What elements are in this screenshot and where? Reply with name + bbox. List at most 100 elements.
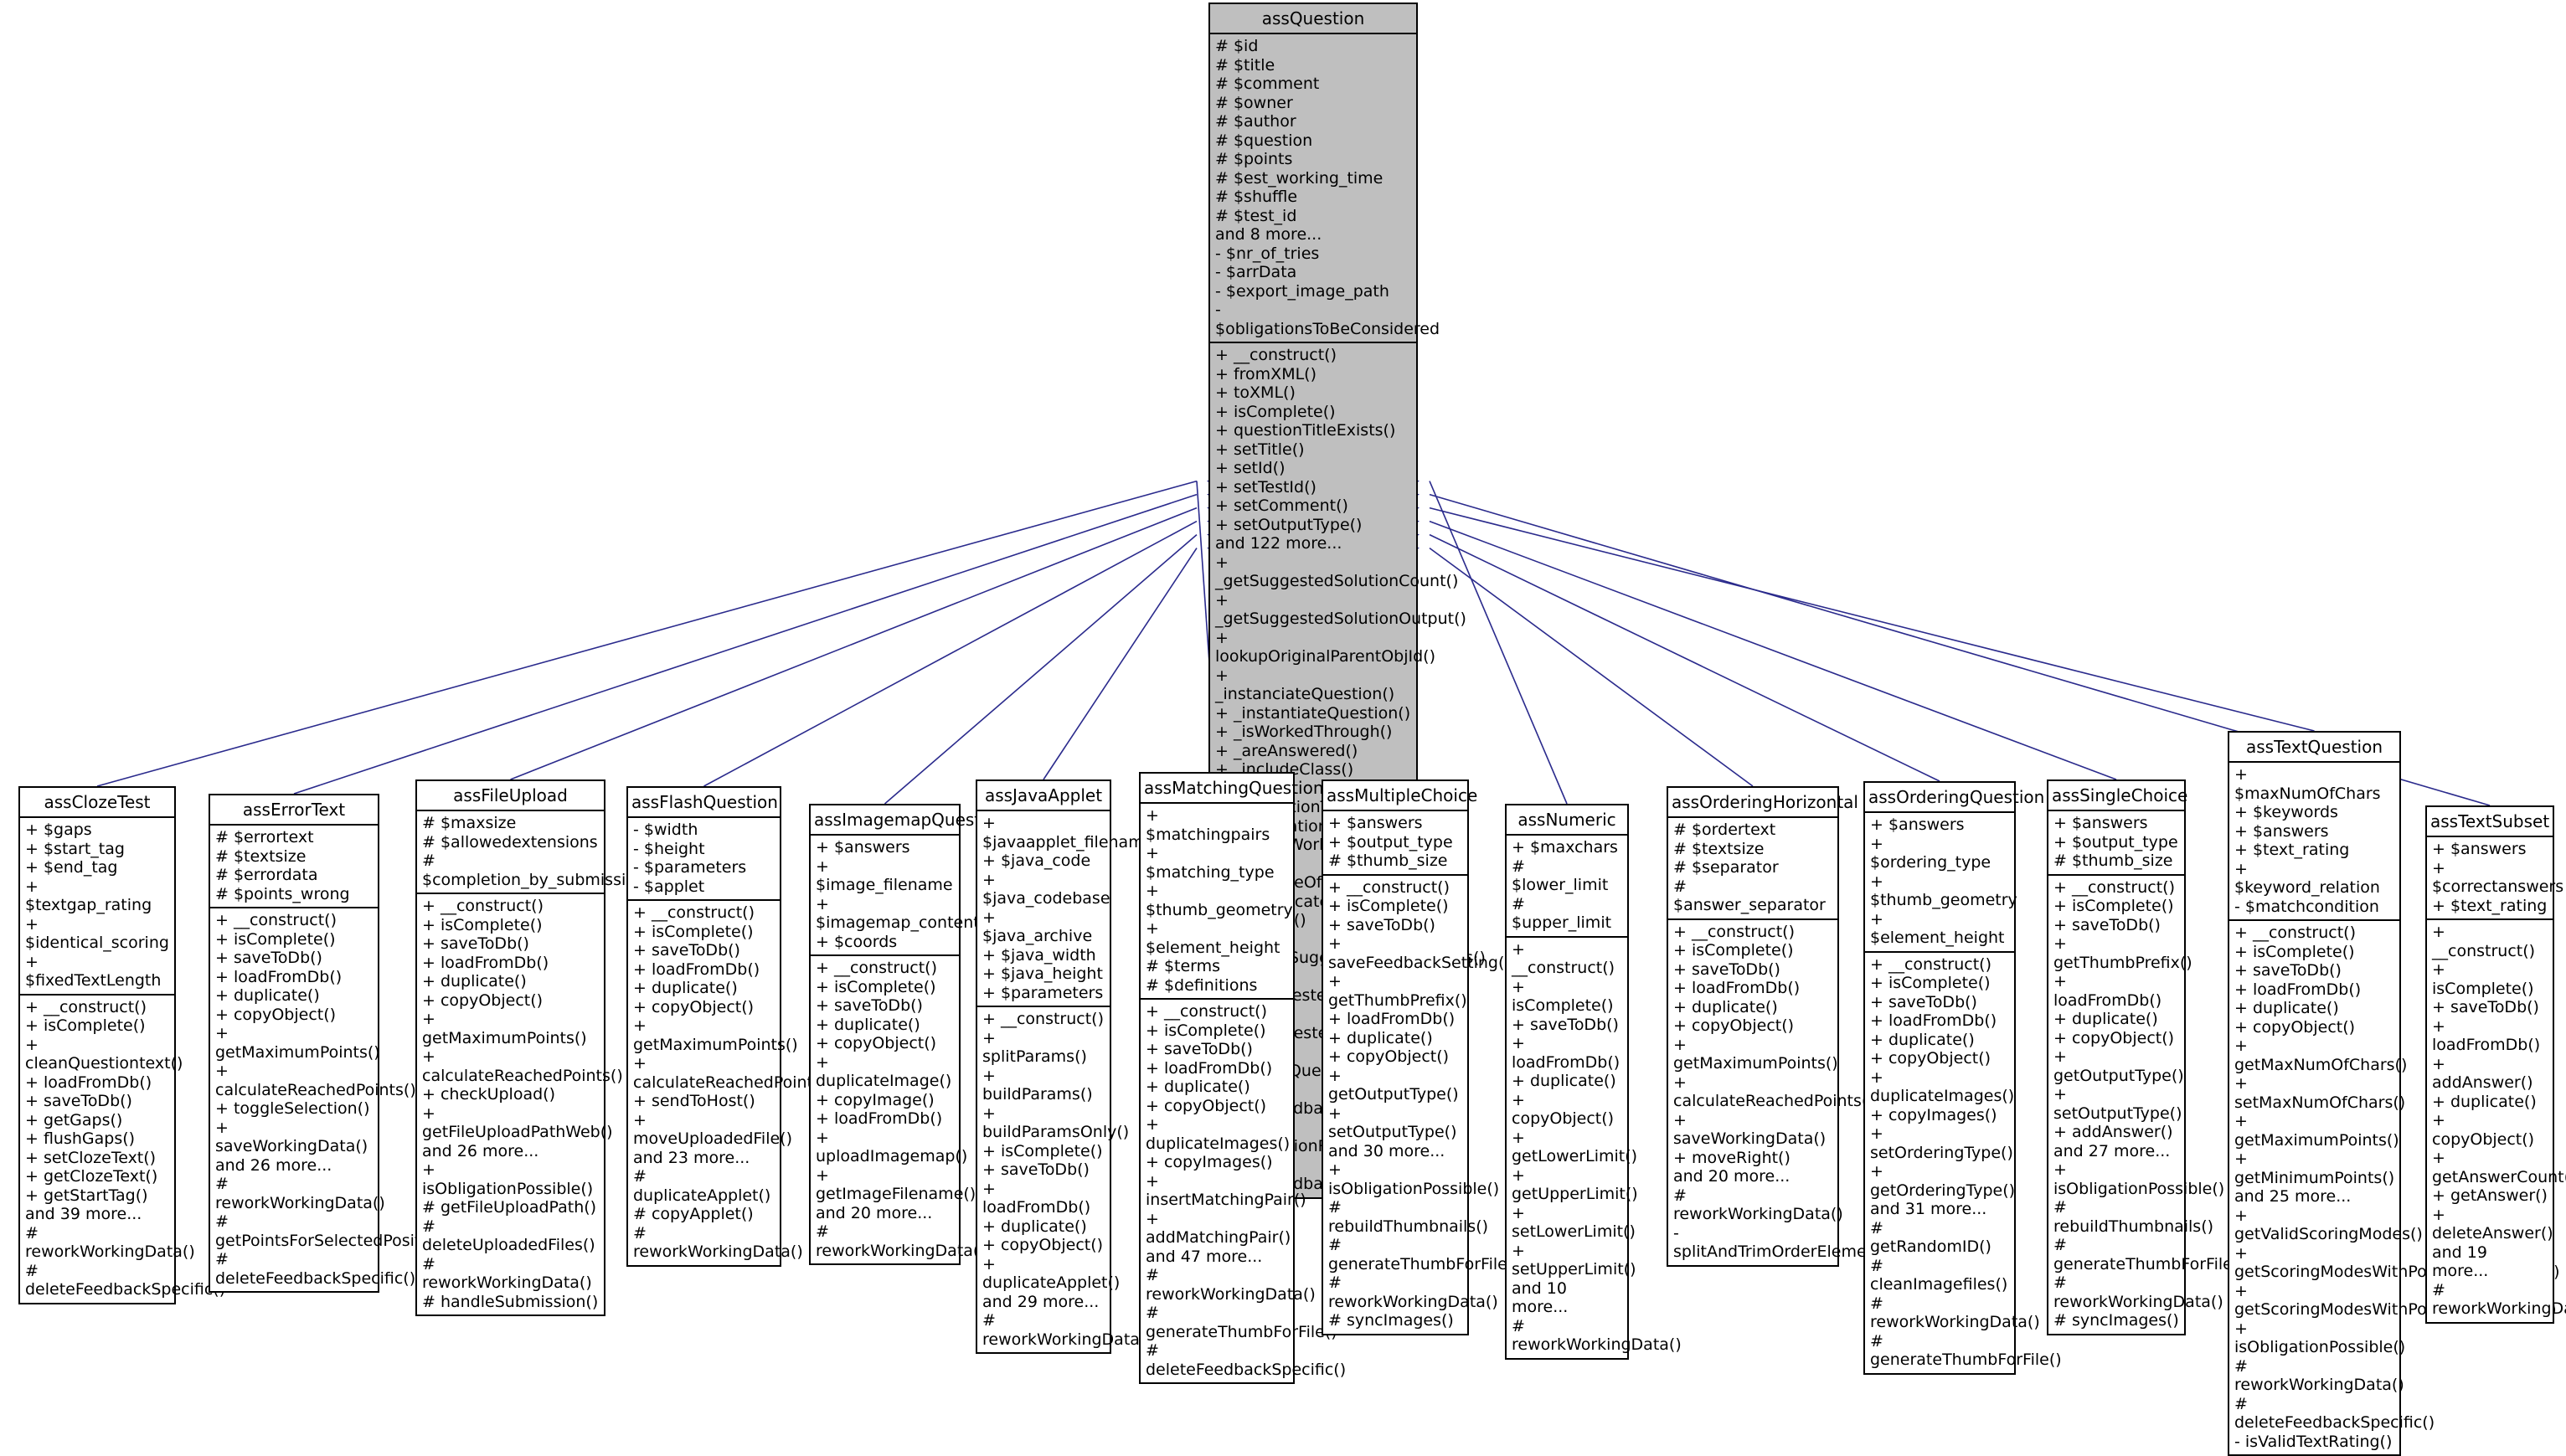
uml-class-assmatchingquestion[interactable]: assMatchingQuestion + $matchingpairs + $ma… (1139, 772, 1347, 1384)
uml-attribute-row: + $ordering_type (1870, 834, 1991, 872)
uml-method-row: + copyObject() (816, 1034, 937, 1052)
uml-method-row: # rebuildThumbnails() (1328, 1198, 1489, 1236)
uml-method-row: and 19 more... (2432, 1242, 2489, 1281)
uml-method-row: + getMaximumPoints() (2234, 1112, 2399, 1150)
uml-method-row: # getFileUploadPath() (422, 1198, 597, 1217)
uml-method: + __construct() + isComplete() + saveToDb(… (1323, 876, 1520, 1334)
uml-method-row: + getUpperLimit() (1512, 1165, 1638, 1204)
uml-class-asstextquestion[interactable]: assTextQuestion + $maxNumOfChars + $keywor… (2228, 731, 2560, 1456)
uml-method-row: + flushGaps() (25, 1129, 136, 1148)
uml-method-row: # reworkWorkingData() (1870, 1294, 2040, 1332)
uml-method-row: + moveUploadedFile() (633, 1110, 793, 1149)
uml-attribute-row: + $textgap_rating (25, 877, 152, 915)
uml-method-row: # generateThumbForFile() (2053, 1236, 2245, 1273)
uml-method-row: + isComplete() (816, 977, 936, 996)
uml-method-row: + loadFromDb() (1328, 1010, 1456, 1028)
uml-method-row: + setUpperLimit() (1512, 1241, 1636, 1279)
uml-class-assimagemapquestion[interactable]: assImagemapQuestion + $answers + $image_fi… (809, 804, 1007, 1265)
uml-attribute-row: + $element_height (1870, 909, 2005, 948)
uml-method-row: + _instanciateQuestion() (1215, 666, 1395, 704)
uml-attribute: + $javaapplet_filename + $java_code + $jav… (977, 811, 1153, 1007)
uml-method-row: + __construct() (422, 897, 544, 915)
uml-attribute-row: # $lower_limit (1512, 857, 1609, 895)
uml-class-assnumeric[interactable]: assNumeric + $maxchars # $lower_limit # $up… (1505, 804, 1682, 1360)
uml-attribute-row: - $width (633, 821, 698, 839)
uml-class-name: assSingleChoice (2048, 781, 2187, 811)
uml-method-row: # getPointsForSelectedPositions() (215, 1212, 466, 1250)
uml-attribute-row: + $answers (2234, 821, 2329, 841)
uml-method-row: + setOutputType() (1328, 1104, 1457, 1142)
uml-attribute-row: - $matchcondition (2234, 897, 2379, 916)
uml-method-row: + setMaxNumOfChars() (2234, 1074, 2406, 1112)
uml-method-row: + buildParams() (982, 1066, 1093, 1104)
uml-method-row: # reworkWorkingData() (816, 1222, 986, 1260)
uml-attribute-row: # $allowedextensions (422, 832, 598, 851)
uml-attribute-row: + $java_archive (982, 908, 1093, 946)
uml-attribute-row: # $completion_by_submission (422, 851, 646, 889)
uml-class-assclozetest[interactable]: assClozeTest + $gaps + $start_tag + $end_ta… (18, 786, 226, 1304)
uml-method-row: and 26 more... (422, 1141, 539, 1160)
uml-attribute: + $answers + $correctanswers + $text_ratin… (2427, 837, 2563, 920)
uml-attribute-row: - $applet (633, 877, 705, 896)
uml-method-row: # deleteFeedbackSpecific() (25, 1261, 226, 1299)
uml-method-row: + duplicate() (1870, 1030, 1975, 1049)
uml-class-assorderinghorizontal[interactable]: assOrderingHorizontal # $ordertext # $text… (1667, 786, 1927, 1267)
uml-method-row: and 20 more... (1673, 1167, 1791, 1186)
uml-attribute: + $maxNumOfChars + $keywords + $answers + $… (2229, 763, 2399, 921)
uml-method-row: + __construct() (2234, 924, 2356, 942)
uml-method-row: # reworkWorkingData() (1512, 1316, 1682, 1355)
uml-attribute-row: + $gaps (25, 821, 92, 839)
uml-method-row: + isComplete() (1215, 402, 1336, 421)
uml-method-row: + duplicate() (816, 1015, 920, 1034)
uml-attribute-row: # $maxsize (422, 814, 517, 832)
uml-attribute-row: + $text_rating (2234, 841, 2350, 859)
uml-attribute-row: + $start_tag (25, 839, 125, 858)
uml-method-row: + getScoringModesWithPointsByQuestion() (2234, 1243, 2560, 1282)
uml-method-row: + setTestId() (1215, 477, 1316, 496)
uml-method-row: + setOutputType() (2053, 1085, 2182, 1123)
uml-method-row: + copyObject() (1512, 1090, 1615, 1129)
uml-class-assorderingquestion[interactable]: assOrderingQuestion + $answers + $ordering… (1863, 781, 2062, 1375)
uml-method-row: + __construct() (1673, 922, 1795, 941)
uml-method-row: + saveToDb() (1870, 992, 1977, 1011)
uml-method-row: + copyObject() (2053, 1028, 2175, 1047)
uml-method-row: # duplicateApplet() (633, 1167, 771, 1205)
uml-method-row: + duplicate() (2432, 1092, 2537, 1111)
uml-class-assjavaapplet[interactable]: assJavaApplet + $javaapplet_filename + $ja… (976, 779, 1153, 1354)
uml-class-asserrortext[interactable]: assErrorText # $errortext # $textsize # $er… (209, 794, 466, 1293)
uml-method: + __construct() + isComplete() + saveToDb(… (2048, 876, 2245, 1334)
uml-method-row: + setTitle() (1215, 440, 1305, 459)
uml-method-row: + saveToDb() (422, 934, 529, 953)
uml-attribute-row: + $thumb_geometry (1870, 872, 2017, 910)
uml-method-row: + duplicateImages() (1870, 1068, 2015, 1106)
uml-method-row: # reworkWorkingData() (422, 1254, 592, 1293)
uml-method-row: + __construct() (982, 1010, 1104, 1028)
uml-method-row: and 29 more... (982, 1292, 1100, 1311)
uml-attribute-row: + $fixedTextLength (25, 952, 162, 990)
uml-method-row: and 23 more... (633, 1148, 750, 1167)
uml-class-assfileupload[interactable]: assFileUpload # $maxsize # $allowedextensi… (415, 779, 646, 1316)
uml-attribute-row: - $obligationsToBeConsidered (1215, 301, 1440, 338)
uml-attribute-row: + $answers (2432, 840, 2527, 858)
uml-method-row: + copyObject() (1673, 1016, 1795, 1035)
uml-class-asssinglechoice[interactable]: assSingleChoice + $answers + $output_type #… (2047, 779, 2245, 1335)
uml-attribute-row: # $owner (1215, 93, 1293, 112)
uml-class-assmultiplechoice[interactable]: assMultipleChoice + $answers + $output_typ… (1322, 779, 1520, 1335)
uml-attribute: - $width - $height - $parameters - $applet (628, 818, 780, 901)
uml-method: + __construct() + isComplete() + cleanQues… (20, 996, 226, 1303)
uml-method-row: # deleteFeedbackSpecific() (1146, 1341, 1347, 1379)
uml-method-row: + __construct() (215, 911, 337, 929)
uml-attribute: + $answers + $output_type # $thumb_size (2048, 811, 2184, 876)
uml-attribute: # $maxsize # $allowedextensions # $complet… (417, 811, 646, 894)
uml-attribute-row: # $terms (1146, 957, 1221, 975)
uml-class-assflashquestion[interactable]: assFlashQuestion - $width - $height - $para… (626, 786, 834, 1267)
uml-method-row: + copyObject() (633, 997, 755, 1016)
uml-attribute-row: - $height (633, 839, 705, 858)
uml-class-asstextsubset[interactable]: assTextSubset + $answers + $correctanswers… (2425, 805, 2566, 1324)
uml-attribute-row: + $end_tag (25, 858, 118, 877)
uml-method-row: + setLowerLimit() (1512, 1203, 1636, 1242)
uml-class-name: assImagemapQuestion (811, 805, 1007, 836)
uml-class-name: assTextSubset (2427, 807, 2553, 837)
uml-class-name: assErrorText (210, 795, 378, 826)
uml-method-row: and 122 more... (1215, 534, 1342, 553)
